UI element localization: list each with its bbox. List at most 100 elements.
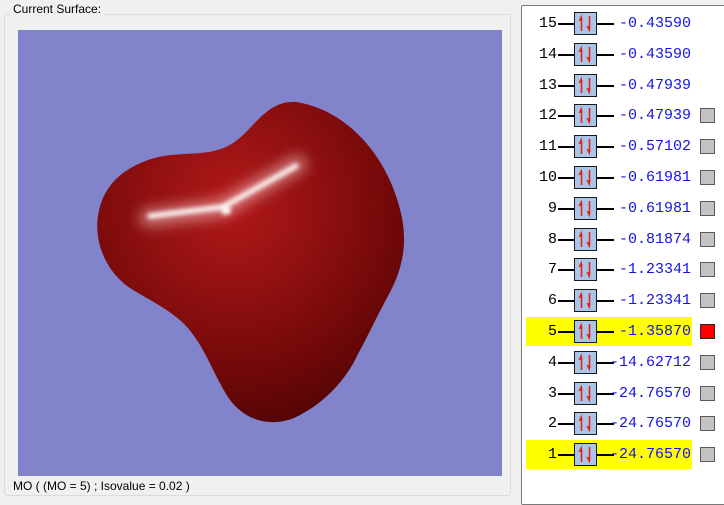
mo-energy-value: -0.81874 [618, 230, 691, 248]
mo-row[interactable]: 13 -0.47939 [522, 70, 721, 101]
mo-checkbox[interactable] [700, 416, 715, 432]
mo-checkbox[interactable] [700, 354, 715, 370]
energy-level-line [558, 53, 574, 56]
spin-pair-button[interactable] [574, 227, 597, 251]
mo-energy-value: -0.47939 [618, 76, 691, 94]
mo-number: 7 [547, 261, 557, 279]
energy-level-line [558, 115, 574, 118]
mo-energy-value: -1.23341 [618, 292, 691, 310]
spin-up-down-icon [578, 230, 591, 249]
spin-up-down-icon [578, 199, 591, 218]
mo-number: 2 [547, 415, 557, 433]
mo-checkbox[interactable] [700, 170, 715, 185]
mo-checkbox[interactable] [700, 447, 715, 463]
spin-pair-button[interactable] [574, 12, 597, 35]
mo-row[interactable]: 2 -24.76570 [522, 408, 721, 439]
energy-level-line [558, 84, 574, 87]
spin-pair-button[interactable] [574, 412, 597, 436]
mo-number: 12 [538, 107, 557, 125]
mo-row[interactable]: 1 -24.76570 [522, 439, 721, 470]
mo-row[interactable]: 3 -24.76570 [522, 378, 721, 409]
mo-energy-value: -14.62712 [610, 353, 692, 371]
mo-energy-value: -0.61981 [618, 199, 691, 217]
spin-pair-button[interactable] [574, 73, 597, 97]
mo-number: 6 [547, 292, 557, 310]
spin-pair-button[interactable] [574, 166, 597, 189]
mo-energy-value: -24.76570 [610, 446, 692, 464]
mo-row[interactable]: 14 -0.43590 [522, 39, 721, 70]
energy-level-line [558, 238, 574, 241]
spin-up-down-icon [578, 414, 591, 433]
spin-up-down-icon [578, 14, 591, 33]
mo-number: 13 [538, 76, 557, 94]
spin-pair-button[interactable] [574, 381, 597, 405]
mo-checkbox[interactable] [700, 108, 715, 124]
mo-checkbox[interactable] [700, 324, 715, 339]
mo-checkbox[interactable] [700, 385, 715, 401]
mo-energy-value: -0.57102 [618, 138, 691, 156]
spin-pair-button[interactable] [574, 289, 597, 313]
mo-row[interactable]: 15 -0.43590 [522, 8, 721, 39]
mo-row[interactable]: 12 -0.47939 [522, 100, 721, 131]
mo-row[interactable]: 4 -14.62712 [522, 347, 721, 378]
spin-up-down-icon [578, 260, 591, 279]
mo-energy-value: -0.47939 [618, 107, 691, 125]
energy-level-line [558, 23, 574, 25]
mo-energy-value: -1.23341 [618, 261, 691, 279]
mo-row[interactable]: 9 -0.61981 [522, 193, 721, 224]
mo-checkbox[interactable] [700, 293, 715, 309]
spin-up-down-icon [578, 168, 591, 187]
mo-row[interactable]: 11 -0.57102 [522, 131, 721, 162]
mo-checkbox[interactable] [700, 231, 715, 247]
mo-energy-value: -0.43590 [618, 45, 691, 63]
mo-number: 10 [538, 169, 557, 186]
mo-row[interactable]: 6 -1.23341 [522, 285, 721, 316]
mo-energy-value: -24.76570 [610, 384, 692, 402]
energy-level-line [558, 361, 574, 364]
current-surface-groupbox: Current Surface: MO ((MO = 5) ; Isovalu… [4, 2, 511, 496]
mo-number: 4 [547, 353, 557, 371]
spin-pair-button[interactable] [574, 104, 597, 128]
mo-energy-value: -0.43590 [618, 15, 691, 32]
surface-viewport[interactable] [18, 30, 502, 476]
spin-pair-button[interactable] [574, 258, 597, 282]
mo-number: 14 [538, 45, 557, 63]
mo-number: 11 [538, 138, 557, 156]
groupbox-title: Current Surface: [10, 2, 105, 16]
spin-up-down-icon [578, 45, 591, 64]
spin-pair-button[interactable] [574, 196, 597, 220]
spin-pair-button[interactable] [574, 42, 597, 66]
energy-level-line [558, 146, 574, 149]
mo-row[interactable]: 8 -0.81874 [522, 224, 721, 255]
energy-level-line [558, 177, 574, 179]
energy-level-line [558, 300, 574, 303]
mo-energy-value: -1.35870 [618, 323, 691, 340]
mo-row[interactable]: 10 -0.61981 [522, 162, 721, 193]
energy-level-line [558, 331, 574, 333]
energy-level-line [558, 392, 574, 395]
mo-checkbox[interactable] [700, 200, 715, 216]
spin-up-down-icon [578, 322, 591, 341]
mo-number: 9 [547, 199, 557, 217]
spin-up-down-icon [578, 291, 591, 310]
energy-level-line [558, 269, 574, 272]
mo-checkbox[interactable] [700, 262, 715, 278]
energy-level-line [558, 423, 574, 426]
mo-number: 8 [547, 230, 557, 248]
mo-row[interactable]: 5 -1.35870 [522, 316, 721, 347]
spin-pair-button[interactable] [574, 135, 597, 159]
mo-checkbox[interactable] [700, 139, 715, 155]
spin-pair-button[interactable] [574, 350, 597, 374]
spin-up-down-icon [578, 384, 591, 403]
mo-number: 5 [547, 323, 557, 340]
spin-pair-button[interactable] [574, 443, 597, 467]
mo-energy-value: -0.61981 [618, 169, 691, 186]
spin-pair-button[interactable] [574, 320, 597, 343]
mo-number: 1 [547, 446, 557, 464]
mo-row[interactable]: 7 -1.23341 [522, 254, 721, 285]
surface-status-text: MO ( (MO = 5) ; Isovalue = 0.02 ) [13, 479, 190, 493]
mo-number: 3 [547, 384, 557, 402]
spin-up-down-icon [578, 445, 591, 464]
mo-energy-value: -24.76570 [610, 415, 692, 433]
mo-number: 15 [538, 15, 557, 32]
